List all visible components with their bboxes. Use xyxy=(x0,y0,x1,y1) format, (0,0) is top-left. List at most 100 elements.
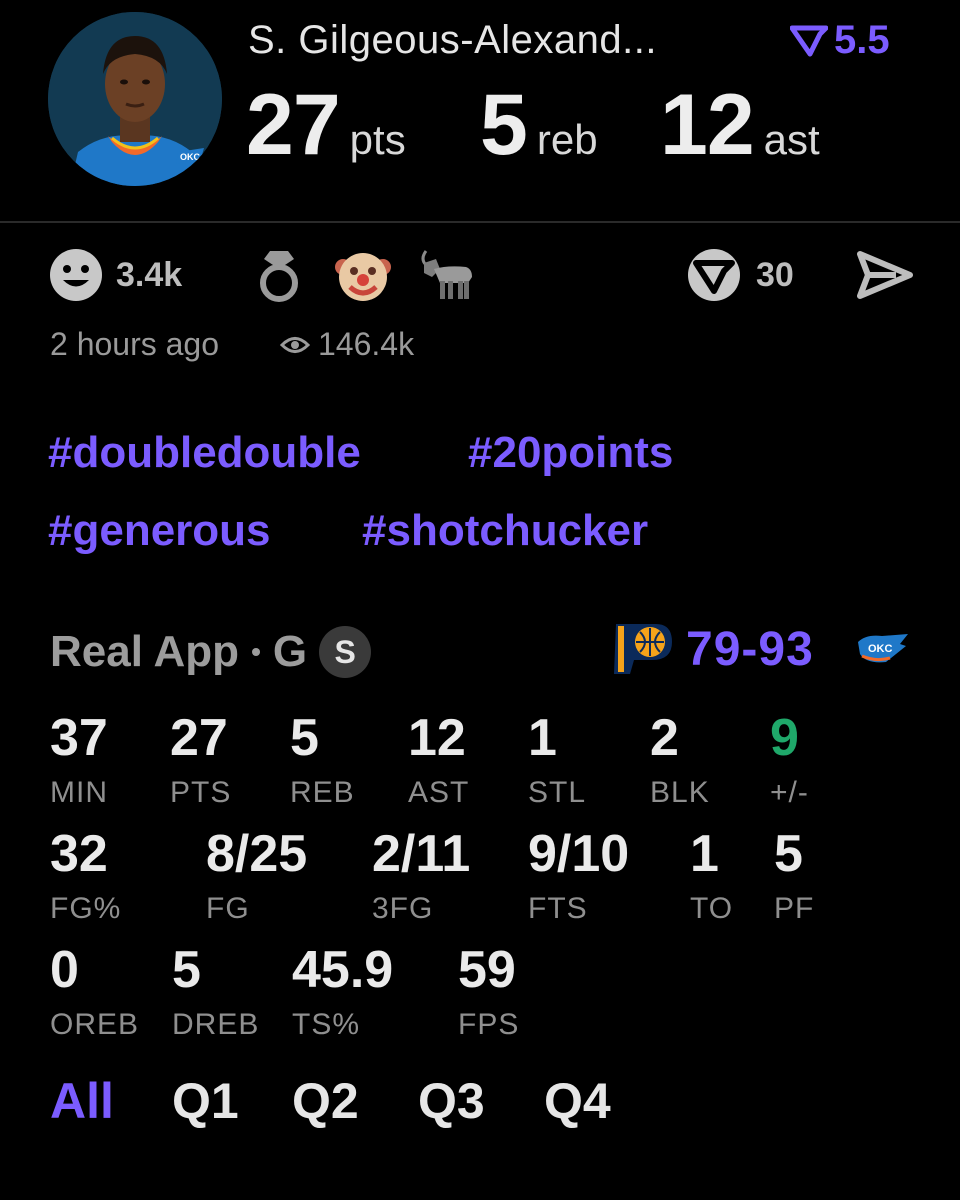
stat-label: FG xyxy=(206,892,250,925)
stat-stl: 1 STL xyxy=(528,710,586,810)
tag-doubledouble[interactable]: #doubledouble xyxy=(48,428,361,478)
stat-label: TO xyxy=(690,892,734,925)
stat-3fg: 2/11 3FG xyxy=(372,826,470,926)
points-unit: pts xyxy=(349,116,406,163)
rating-value: 5.5 xyxy=(834,18,890,62)
stat-label: OREB xyxy=(50,1008,140,1041)
goat-reaction-button[interactable] xyxy=(418,248,476,302)
source-name[interactable]: Real App xyxy=(50,627,239,677)
pacers-logo-icon[interactable] xyxy=(612,620,674,676)
stat-to: 1 TO xyxy=(690,826,733,926)
stat-label: MIN xyxy=(50,776,108,809)
stat-value: 37 xyxy=(50,709,108,767)
send-icon xyxy=(857,251,913,299)
player-position: G xyxy=(272,627,308,676)
stat-label: BLK xyxy=(650,776,710,809)
tab-all[interactable]: All xyxy=(50,1072,114,1130)
source-separator: • xyxy=(251,636,261,667)
assists-unit: ast xyxy=(763,116,820,163)
real-reaction-button[interactable]: 30 xyxy=(686,248,794,302)
stat-label: PF xyxy=(774,892,815,925)
player-rating[interactable]: 5.5 xyxy=(790,18,890,63)
tag-generous[interactable]: #generous xyxy=(48,506,271,556)
rebounds-unit: reb xyxy=(536,116,598,163)
stat-fps: 59 FPS xyxy=(458,942,519,1042)
tab-q1[interactable]: Q1 xyxy=(172,1072,239,1130)
game-source: Real App • G S xyxy=(50,626,372,678)
stat-dreb: 5 DREB xyxy=(172,942,259,1042)
share-button[interactable] xyxy=(856,248,914,302)
ring-icon xyxy=(260,251,298,302)
stat-value: 5 xyxy=(172,941,201,999)
stat-label: REB xyxy=(290,776,355,809)
stat-value: 27 xyxy=(170,709,228,767)
tab-q4[interactable]: Q4 xyxy=(544,1072,611,1130)
stat-label: 3FG xyxy=(372,892,434,925)
stat-label: PTS xyxy=(170,776,232,809)
stat-value: 59 xyxy=(458,941,516,999)
assists-value: 12 xyxy=(660,77,755,173)
clown-reaction-button[interactable] xyxy=(334,248,392,302)
player-avatar[interactable]: OKC xyxy=(48,12,222,186)
tab-q3[interactable]: Q3 xyxy=(418,1072,485,1130)
stat-fg: 8/25 FG xyxy=(206,826,307,926)
stat-fg-pct: 32 FG% xyxy=(50,826,121,926)
goat-icon xyxy=(421,250,472,299)
stat-pf: 5 PF xyxy=(774,826,814,926)
stat-value: 45.9 xyxy=(292,941,394,999)
stat-value: 5 xyxy=(290,709,319,767)
stat-label: +/- xyxy=(770,776,809,809)
stat-value: 2/11 xyxy=(372,825,471,883)
stat-ast: 12 AST xyxy=(408,710,469,810)
stat-value: 9 xyxy=(770,709,799,767)
stat-plus-minus: 9 +/- xyxy=(770,710,809,810)
stat-value: 1 xyxy=(690,825,719,883)
tab-q2[interactable]: Q2 xyxy=(292,1072,359,1130)
tag-shotchucker[interactable]: #shotchucker xyxy=(362,506,648,556)
ring-reaction-button[interactable] xyxy=(256,248,302,302)
header-divider xyxy=(0,221,960,223)
view-count-value: 146.4k xyxy=(318,326,415,362)
assists-stat: 12 ast xyxy=(660,76,820,175)
real-logo-icon xyxy=(688,249,740,301)
status-badge: S xyxy=(319,626,372,678)
real-count: 30 xyxy=(756,255,794,294)
stat-label: STL xyxy=(528,776,587,809)
svg-text:OKC: OKC xyxy=(868,643,893,655)
rebounds-stat: 5 reb xyxy=(480,76,598,175)
stat-pts: 27 PTS xyxy=(170,710,231,810)
tag-20points[interactable]: #20points xyxy=(468,428,673,478)
smile-count: 3.4k xyxy=(116,255,183,294)
player-name[interactable]: S. Gilgeous-Alexand... xyxy=(248,18,657,63)
game-score[interactable]: 79-93 xyxy=(686,622,814,677)
smile-reaction-button[interactable]: 3.4k xyxy=(48,248,182,302)
stat-label: FG% xyxy=(50,892,122,925)
stat-label: DREB xyxy=(172,1008,260,1041)
points-value: 27 xyxy=(246,77,341,173)
stat-label: TS% xyxy=(292,1008,361,1041)
stat-value: 8/25 xyxy=(206,825,308,883)
okc-logo-icon[interactable]: OKC xyxy=(856,632,910,666)
stat-oreb: 0 OREB xyxy=(50,942,139,1042)
stat-label: AST xyxy=(408,776,470,809)
rebounds-value: 5 xyxy=(480,77,528,173)
stat-label: FPS xyxy=(458,1008,520,1041)
stat-blk: 2 BLK xyxy=(650,710,710,810)
clown-icon xyxy=(335,253,391,301)
stat-value: 1 xyxy=(528,709,557,767)
svg-text:OKC: OKC xyxy=(180,152,201,162)
stat-label: FTS xyxy=(528,892,588,925)
post-time: 2 hours ago xyxy=(50,326,220,362)
stat-value: 9/10 xyxy=(528,825,630,883)
stat-value: 32 xyxy=(50,825,108,883)
eye-icon xyxy=(280,336,310,353)
rating-icon xyxy=(790,25,828,56)
stat-min: 37 MIN xyxy=(50,710,108,810)
stat-value: 0 xyxy=(50,941,79,999)
player-photo: OKC xyxy=(48,12,222,186)
points-stat: 27 pts xyxy=(246,76,406,175)
stat-ts-pct: 45.9 TS% xyxy=(292,942,393,1042)
smile-icon xyxy=(50,249,102,301)
stat-fts: 9/10 FTS xyxy=(528,826,629,926)
stat-value: 12 xyxy=(408,709,466,767)
